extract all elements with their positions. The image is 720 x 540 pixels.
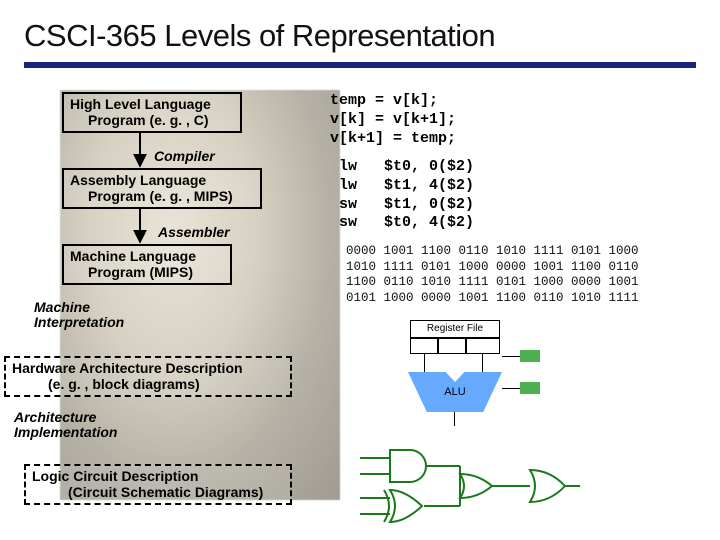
box-machine-language: Machine Language Program (MIPS) bbox=[62, 244, 232, 285]
alu-box: ALU bbox=[408, 372, 502, 412]
label-machine-interpretation: Machine Interpretation bbox=[34, 300, 124, 331]
hw-line1: Hardware Architecture Description bbox=[12, 360, 284, 376]
control-box-2 bbox=[520, 382, 540, 394]
box-assembly-language: Assembly Language Program (e. g. , MIPS) bbox=[62, 168, 262, 209]
label-compiler: Compiler bbox=[154, 148, 215, 164]
box-hardware-architecture: Hardware Architecture Description (e. g.… bbox=[4, 356, 292, 397]
asm-line1: Assembly Language bbox=[70, 172, 254, 188]
register-file-box: Register File bbox=[410, 320, 500, 338]
rf-cell-3 bbox=[466, 338, 500, 354]
asm-line2: Program (e. g. , MIPS) bbox=[70, 188, 254, 204]
logic-line1: Logic Circuit Description bbox=[32, 468, 284, 484]
code-c-snippet: temp = v[k]; v[k] = v[k+1]; v[k+1] = tem… bbox=[330, 92, 456, 148]
hll-line1: High Level Language bbox=[70, 96, 234, 112]
logic-schematic bbox=[360, 440, 580, 530]
ai-l1: Architecture bbox=[14, 410, 117, 425]
alu-label: ALU bbox=[444, 386, 465, 398]
rf-cell-1 bbox=[410, 338, 438, 354]
label-architecture-implementation: Architecture Implementation bbox=[14, 410, 117, 441]
box-logic-circuit: Logic Circuit Description (Circuit Schem… bbox=[24, 464, 292, 505]
logic-line2: (Circuit Schematic Diagrams) bbox=[32, 484, 284, 500]
hw-line2: (e. g. , block diagrams) bbox=[12, 376, 284, 392]
code-assembly-snippet: lw $t0, 0($2) lw $t1, 4($2) sw $t1, 0($2… bbox=[330, 158, 474, 233]
hll-line2: Program (e. g. , C) bbox=[70, 112, 234, 128]
label-assembler: Assembler bbox=[158, 224, 230, 240]
slide-title: CSCI-365 Levels of Representation bbox=[24, 18, 495, 54]
code-binary-snippet: 0000 1001 1100 0110 1010 1111 0101 1000 … bbox=[346, 244, 639, 307]
rf-cell-2 bbox=[438, 338, 466, 354]
mach-line1: Machine Language bbox=[70, 248, 224, 264]
ai-l2: Implementation bbox=[14, 425, 117, 440]
box-high-level-language: High Level Language Program (e. g. , C) bbox=[62, 92, 242, 133]
control-box-1 bbox=[520, 350, 540, 362]
mach-line2: Program (MIPS) bbox=[70, 264, 224, 280]
mi-l1: Machine bbox=[34, 300, 124, 315]
title-underline bbox=[24, 62, 696, 68]
mi-l2: Interpretation bbox=[34, 315, 124, 330]
block-diagram: Register File ALU bbox=[370, 320, 570, 440]
